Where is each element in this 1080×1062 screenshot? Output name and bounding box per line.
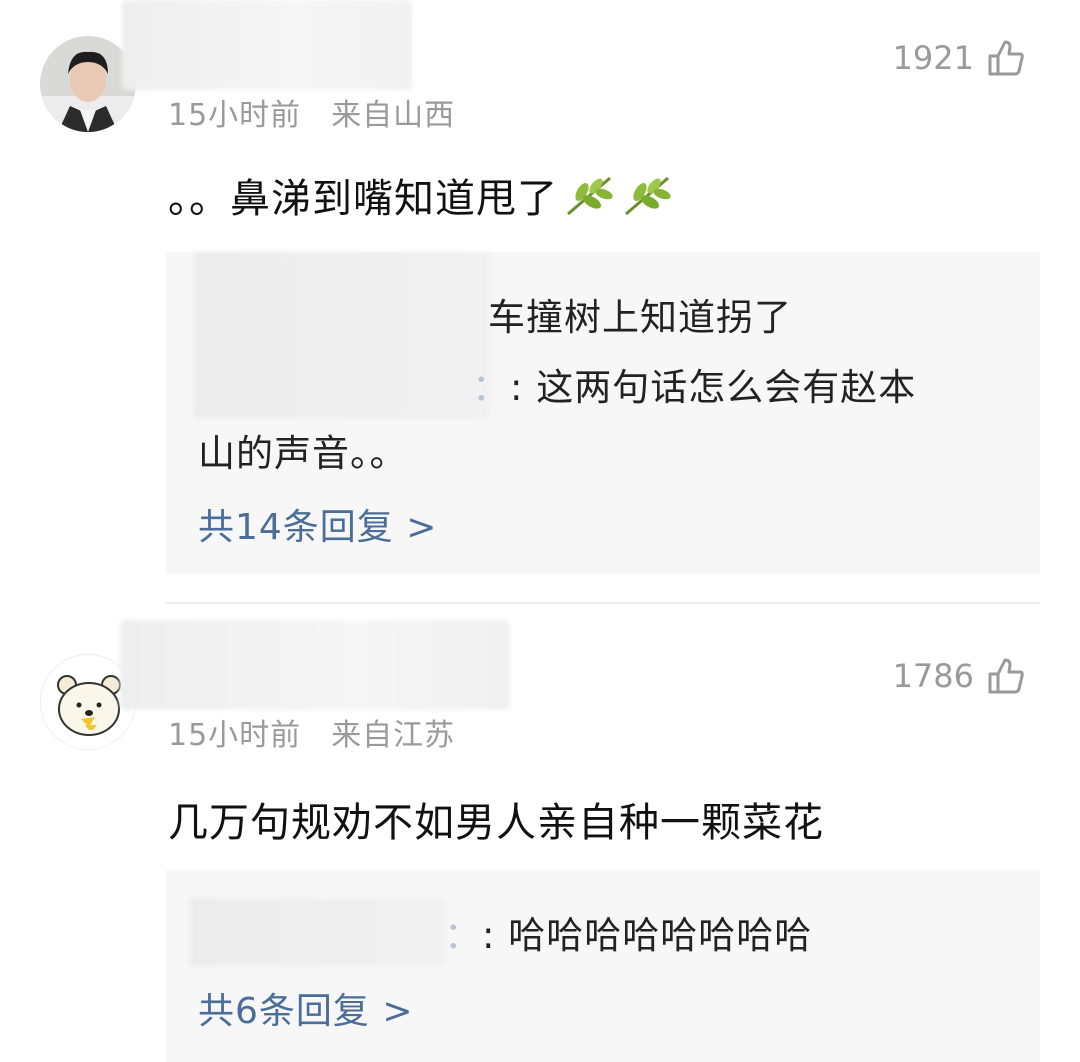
- reply-username-redacted: [194, 252, 490, 418]
- reply-preview[interactable]: 车撞树上知道拐了 ：: 这两句话怎么会有赵本 山的声音。。 共14条回复 >: [166, 252, 1040, 574]
- comment-text: 几万句规劝不如男人亲自种一颗菜花: [168, 790, 824, 848]
- comment-text-content: 几万句规劝不如男人亲自种一颗菜花: [168, 800, 824, 846]
- reply-username-redacted: [190, 898, 446, 966]
- like-count: 1921: [892, 39, 974, 77]
- comment-meta: 15小时前 来自江苏: [168, 710, 455, 754]
- reply-text: 车撞树上知道拐了: [488, 296, 792, 339]
- comment-item: 15小时前 来自山西 1921 。。鼻涕到嘴知道甩了 车撞树上知道拐了 ：: 这两…: [0, 0, 1080, 600]
- comment-meta: 15小时前 来自山西: [168, 90, 455, 134]
- username-redacted: [122, 0, 412, 90]
- comment-location: 来自江苏: [331, 718, 456, 753]
- view-replies-link[interactable]: 共6条回复 >: [198, 982, 414, 1034]
- reply-preview[interactable]: ：: 哈哈哈哈哈哈哈哈 共6条回复 >: [166, 870, 1040, 1062]
- reply-text-content: : 哈哈哈哈哈哈哈哈: [482, 914, 813, 957]
- reply-text-content: : 这两句话怎么会有赵本: [510, 366, 917, 409]
- like-button[interactable]: 1786: [893, 656, 1026, 696]
- username-redacted: [120, 620, 510, 710]
- thumbs-up-icon: [988, 40, 1024, 76]
- reply-text: ：: 这两句话怎么会有赵本: [472, 356, 916, 420]
- view-replies-link[interactable]: 共14条回复 >: [198, 498, 437, 550]
- comment-text-content: 。。鼻涕到嘴知道甩了: [168, 176, 558, 222]
- reply-username-fragment: ：: [444, 914, 482, 957]
- comment-time: 15小时前: [168, 718, 302, 753]
- like-button[interactable]: 1921: [893, 38, 1026, 78]
- like-count: 1786: [892, 657, 974, 695]
- reply-username-fragment: ：: [472, 366, 510, 409]
- comment-text: 。。鼻涕到嘴知道甩了: [168, 166, 674, 224]
- leaf-emoji-icon: [625, 176, 671, 216]
- leaf-emoji-icon: [567, 176, 613, 216]
- comment-location: 来自山西: [331, 98, 456, 133]
- comment-item: 15小时前 来自江苏 1786 几万句规劝不如男人亲自种一颗菜花 ：: 哈哈哈哈哈…: [0, 604, 1080, 1062]
- reply-text: ：: 哈哈哈哈哈哈哈哈: [444, 904, 812, 968]
- reply-text: 山的声音。。: [198, 432, 408, 475]
- thumbs-up-icon: [988, 658, 1024, 694]
- comment-time: 15小时前: [168, 98, 302, 133]
